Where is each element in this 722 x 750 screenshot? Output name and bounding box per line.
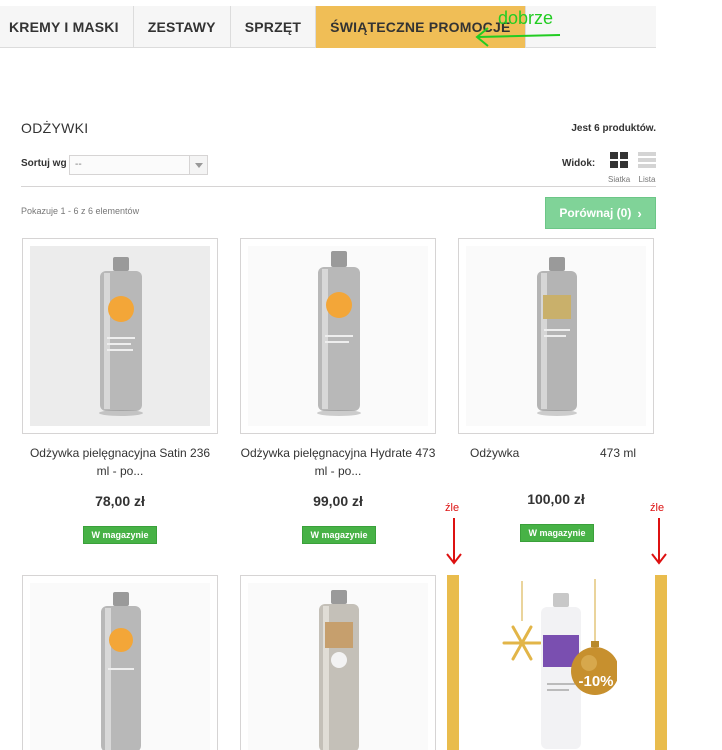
product-price: 78,00 zł (95, 493, 145, 509)
in-stock-badge: W magazynie (302, 526, 376, 544)
product-image-duro-glow[interactable] (458, 238, 654, 434)
list-view-toggle[interactable]: Lista (636, 152, 658, 184)
chevron-down-icon (189, 156, 207, 174)
category-title: ODŻYWKI (21, 120, 89, 136)
header-divider (21, 186, 656, 187)
bad-annotation-label: źle (650, 502, 665, 514)
list-view-label: Lista (638, 175, 656, 184)
product-volume: 473 ml (600, 446, 637, 460)
bad-annotation-label: źle (445, 502, 460, 514)
product-image-blonde-violet[interactable]: -10% (447, 575, 667, 750)
product-count: Jest 6 produktów. (571, 123, 656, 134)
in-stock-badge: W magazynie (520, 524, 594, 542)
good-annotation-arrow-icon (475, 27, 561, 47)
grid-icon (610, 152, 628, 168)
view-label: Widok: (562, 158, 596, 169)
tab-zestawy[interactable]: ZESTAWY (134, 6, 231, 48)
grid-view-toggle[interactable]: Siatka (608, 152, 630, 184)
bottle-icon (99, 257, 143, 416)
product-name[interactable]: Odżywka pielęgnacyjna Hydrate 473 ml - p… (240, 444, 436, 480)
product-name[interactable]: Odżywka pielęgnacyjna Satin 236 ml - po.… (22, 444, 218, 480)
product-name[interactable]: Odżywka (470, 444, 519, 462)
bottle-icon (101, 592, 141, 750)
tab-sprzet[interactable]: SPRZĘT (231, 6, 317, 48)
pagination-summary: Pokazuje 1 - 6 z 6 elementów (21, 206, 140, 216)
sort-select-value: -- (75, 159, 82, 170)
down-arrow-icon (446, 518, 462, 565)
grid-view-label: Siatka (608, 175, 631, 184)
bottle-icon (537, 257, 577, 416)
bottle-icon (317, 251, 361, 416)
in-stock-badge: W magazynie (83, 526, 157, 544)
product-image-hydrate[interactable] (240, 238, 436, 434)
product-image-hydrate-2[interactable] (22, 575, 218, 750)
product-image-satin[interactable] (22, 238, 218, 434)
product-price: 99,00 zł (313, 493, 363, 509)
list-icon (638, 152, 656, 168)
product-image-repair[interactable] (240, 575, 436, 750)
compare-button-label: Porównaj (0) (559, 206, 632, 220)
product-price: 100,00 zł (527, 491, 585, 507)
tab-kremy-i-maski[interactable]: KREMY I MASKI (0, 6, 134, 48)
compare-button[interactable]: Porównaj (0) › (545, 197, 656, 229)
sort-select[interactable]: -- (69, 155, 208, 175)
down-arrow-icon (651, 518, 667, 565)
chevron-right-icon: › (637, 205, 642, 221)
sort-label: Sortuj wg (21, 158, 67, 169)
discount-badge: -10% (578, 673, 614, 690)
bottle-icon (319, 590, 359, 750)
